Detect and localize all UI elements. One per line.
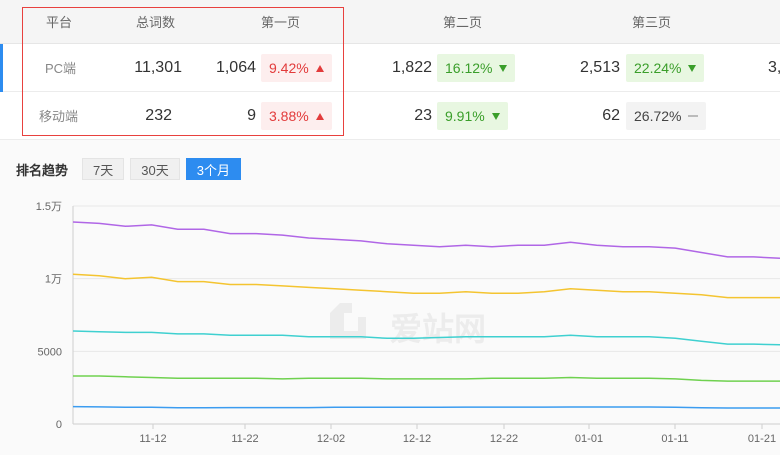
header-total: 总词数	[136, 15, 176, 30]
page2-percent: 9.91%	[445, 108, 485, 124]
range-3m-button[interactable]: 3个月	[185, 158, 241, 180]
page1-count: 1,064	[215, 58, 256, 76]
table-row-mobile[interactable]: 移动端 232 9 3.88% 23 9.91% 62 26.72%	[0, 92, 780, 140]
range-7d-button[interactable]: 7天	[82, 158, 125, 180]
page1-percent: 3.88%	[269, 108, 309, 124]
x-tick-label: 01-21	[748, 433, 776, 445]
platform-label: PC端	[45, 61, 77, 76]
header-page3: 第三页	[632, 15, 672, 30]
page2-percent-badge: 16.12%	[437, 54, 516, 82]
header-page2: 第二页	[443, 15, 483, 30]
page3-percent-badge: 22.24%	[626, 54, 705, 82]
range-30d-button[interactable]: 30天	[130, 158, 180, 180]
page2-count: 23	[414, 106, 432, 124]
trend-toolbar: 排名趋势 7天 30天 3个月	[16, 157, 247, 181]
x-tick-label: 12-22	[490, 433, 518, 445]
x-axis: 11-12 11-22 12-02 12-12 12-22 01-01 01-11 01-21	[139, 424, 776, 445]
y-tick-label: 1万	[45, 274, 62, 286]
trend-flat-icon	[688, 115, 699, 117]
page1-count: 9	[247, 106, 256, 124]
x-tick-label: 12-02	[317, 433, 345, 445]
page1-percent: 9.42%	[269, 60, 309, 76]
page1-percent-badge: 3.88%	[261, 102, 332, 130]
y-tick-label: 5000	[38, 346, 62, 358]
page3-count: 62	[602, 106, 620, 124]
trend-up-icon	[315, 112, 324, 120]
ranking-table: 平台 总词数 第一页 第二页 第三页 PC端 11,301 1,064 9.42…	[0, 0, 780, 140]
page3-percent: 26.72%	[634, 108, 682, 124]
header-page1: 第一页	[261, 15, 301, 30]
y-tick-label: 1.5万	[36, 201, 62, 213]
trend-down-icon	[491, 112, 500, 120]
page1-percent-badge: 9.42%	[261, 54, 332, 82]
trend-down-icon	[499, 64, 508, 72]
page3-count: 2,513	[579, 58, 620, 76]
page2-count: 1,822	[391, 58, 432, 76]
page3-percent: 22.24%	[634, 60, 682, 76]
x-tick-label: 01-11	[661, 433, 688, 445]
watermark-text: 爱站网	[390, 311, 486, 347]
x-tick-label: 01-01	[575, 433, 603, 445]
header-platform: 平台	[46, 15, 73, 30]
total-count: 232	[145, 106, 172, 124]
active-row-indicator	[0, 44, 3, 92]
table-header-row: 平台 总词数 第一页 第二页 第三页	[0, 0, 780, 44]
x-tick-label: 11-12	[139, 433, 166, 445]
page4-count-partial: 3,	[768, 58, 780, 76]
trend-up-icon	[315, 64, 324, 72]
trend-line-chart: 爱站网 0 5000 1万 1.5万 11-12 11-22 12-02 12-12 12-2…	[36, 201, 780, 445]
y-tick-label: 0	[56, 419, 62, 431]
trend-down-icon	[688, 64, 697, 72]
y-axis: 0 5000 1万 1.5万	[36, 201, 62, 431]
x-tick-label: 12-12	[403, 433, 431, 445]
trend-title: 排名趋势	[16, 162, 69, 178]
page3-percent-badge: 26.72%	[626, 102, 707, 130]
x-tick-label: 11-22	[231, 433, 258, 445]
table-row-pc[interactable]: PC端 11,301 1,064 9.42% 1,822 16.12% 2,51…	[0, 44, 780, 92]
total-count: 11,301	[134, 58, 182, 76]
page2-percent: 16.12%	[445, 60, 493, 76]
platform-label: 移动端	[39, 109, 79, 124]
page2-percent-badge: 9.91%	[437, 102, 508, 130]
